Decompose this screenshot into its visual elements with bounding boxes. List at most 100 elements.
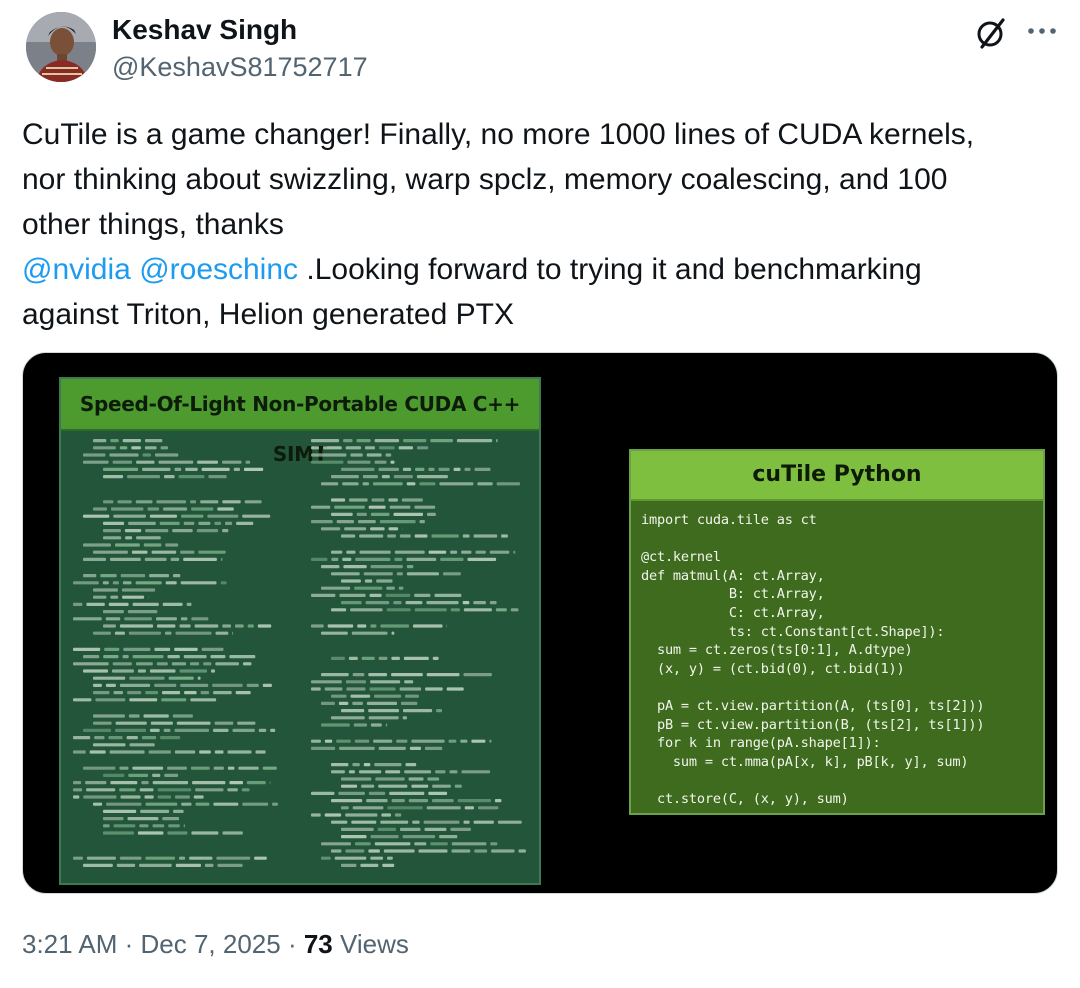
code-blur-mark — [123, 647, 151, 651]
code-blur-mark — [405, 763, 417, 767]
code-blur-mark — [311, 687, 321, 691]
code-blur-mark — [385, 453, 392, 457]
code-blur-mark — [132, 766, 164, 770]
code-blur-mark — [368, 716, 399, 720]
code-blur-mark — [374, 694, 402, 698]
grok-slash-icon[interactable] — [974, 16, 1008, 50]
code-blur-mark — [222, 624, 231, 628]
meta-separator: · — [280, 929, 304, 959]
code-blur-mark — [381, 475, 390, 479]
code-blur-mark — [175, 863, 201, 867]
code-blur-mark — [160, 736, 181, 740]
code-blur-mark — [213, 728, 229, 732]
code-blur-mark — [341, 784, 358, 788]
code-blur-mark — [207, 514, 239, 518]
code-blur-mark — [388, 498, 398, 502]
mention-roeschinc-link[interactable]: @roeschinc — [139, 253, 298, 286]
code-blur-mark — [370, 624, 377, 628]
code-blur-mark — [398, 586, 404, 590]
code-blur-mark — [238, 766, 259, 770]
code-blur-mark — [160, 446, 169, 450]
author-name[interactable]: Keshav Singh — [112, 12, 297, 48]
code-blur-mark — [103, 655, 119, 659]
code-blur-mark — [93, 743, 126, 747]
code-blur-mark — [464, 467, 471, 471]
code-blur-mark — [110, 439, 119, 443]
code-blur-mark — [349, 498, 368, 502]
code-blur-mark — [217, 507, 234, 511]
code-blur-mark — [368, 673, 387, 677]
code-blur-mark — [439, 835, 458, 839]
code-blur-mark — [105, 683, 116, 687]
code-blur-mark — [379, 520, 416, 524]
code-blur-mark — [171, 662, 187, 666]
code-blur-mark — [198, 521, 211, 525]
code-blur-mark — [175, 795, 190, 799]
code-blur-mark — [245, 460, 251, 464]
code-blur-mark — [117, 500, 132, 504]
code-blur-mark — [183, 824, 185, 828]
code-blur-mark — [428, 550, 447, 554]
code-blur-mark — [83, 795, 117, 799]
code-blur-mark — [244, 467, 264, 471]
code-blur-mark — [227, 766, 235, 770]
code-blur-mark — [356, 512, 367, 516]
code-blur-mark — [246, 781, 266, 785]
code-line: (x, y) = (ct.bid(0), ct.bid(1)) — [641, 660, 905, 677]
code-blur-mark — [215, 662, 239, 666]
code-blur-mark — [427, 777, 440, 781]
views-label[interactable]: Views — [333, 929, 409, 959]
code-blur-mark — [103, 817, 124, 821]
tweet-text: CuTile is a game changer! Finally, no mo… — [22, 112, 1062, 337]
mention-nvidia-link[interactable]: @nvidia — [22, 253, 131, 286]
code-blur-mark — [157, 624, 176, 628]
code-blur-mark — [379, 446, 395, 450]
code-blur-mark — [369, 687, 396, 691]
code-blur-mark — [176, 721, 211, 725]
code-blur-mark — [471, 739, 486, 743]
code-blur-mark — [214, 750, 224, 754]
code-blur-mark — [103, 536, 122, 540]
code-blur-mark — [159, 521, 180, 525]
code-blur-mark — [436, 709, 442, 713]
avatar[interactable] — [26, 12, 96, 82]
code-blur-mark — [103, 475, 124, 479]
code-blur-mark — [463, 608, 492, 612]
code-blur-mark — [233, 467, 240, 471]
code-blur-mark — [73, 602, 83, 606]
code-blur-mark — [460, 739, 468, 743]
code-blur-mark — [178, 475, 205, 479]
code-blur-mark — [148, 750, 171, 754]
code-blur-mark — [139, 788, 154, 792]
code-blur-mark — [321, 701, 335, 705]
code-blur-mark — [370, 856, 383, 860]
code-blur-mark — [311, 446, 319, 450]
code-blur-mark — [180, 581, 217, 585]
code-blur-mark — [387, 806, 423, 810]
code-blur-mark — [157, 788, 192, 792]
author-handle[interactable]: @KeshavS81752717 — [112, 50, 368, 84]
meta-separator: · — [117, 929, 141, 959]
code-blur-mark — [331, 608, 347, 612]
code-blur-mark — [373, 482, 403, 486]
code-blur-mark — [432, 799, 454, 803]
code-blur-mark — [103, 824, 110, 828]
code-blur-mark — [217, 863, 243, 867]
tweet-date[interactable]: Dec 7, 2025 — [141, 929, 281, 959]
code-blur-mark — [174, 728, 209, 732]
code-blur-mark — [173, 574, 181, 578]
code-blur-mark — [243, 662, 252, 666]
code-blur-mark — [428, 467, 435, 471]
simt-code-blur — [73, 439, 526, 867]
tweet-time[interactable]: 3:21 AM — [22, 929, 117, 959]
code-blur-mark — [179, 669, 207, 673]
code-blur-mark — [103, 809, 137, 813]
tweet-media-image[interactable]: Speed-Of-Light Non-Portable CUDA C++ SIM… — [22, 352, 1058, 894]
code-blur-mark — [127, 610, 158, 614]
code-blur-mark — [331, 770, 345, 774]
code-blur-mark — [237, 721, 256, 725]
more-dots-icon[interactable] — [1024, 16, 1060, 46]
code-blur-mark — [497, 820, 522, 824]
code-blur-mark — [462, 601, 470, 605]
code-blur-mark — [191, 507, 214, 511]
